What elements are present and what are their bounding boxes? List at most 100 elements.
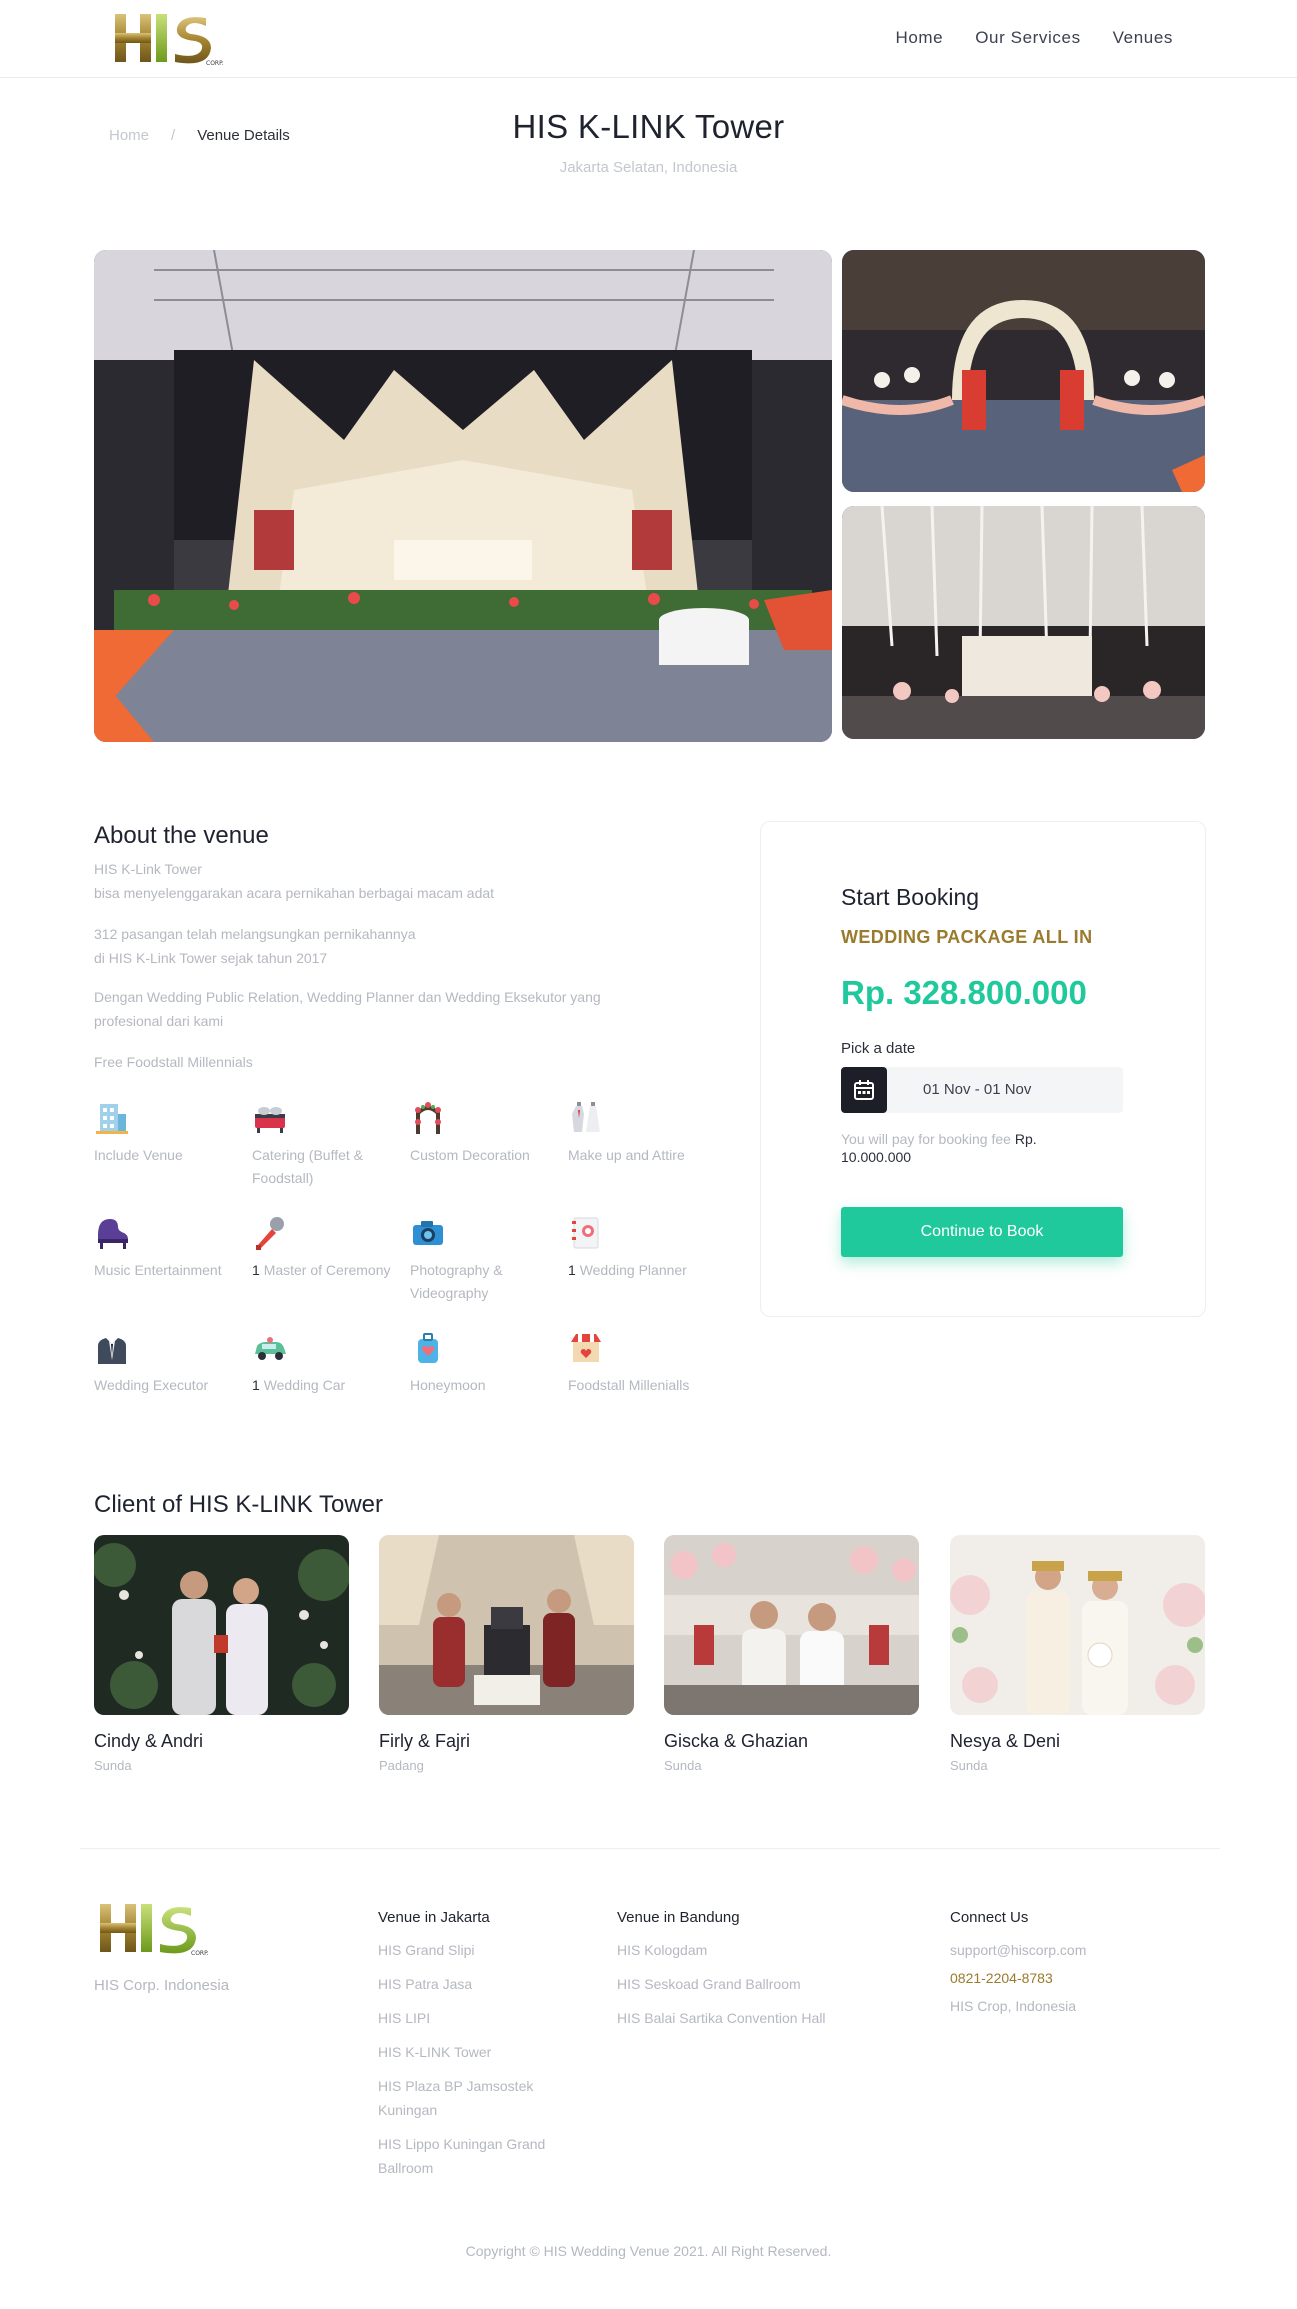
main-nav: Home Our Services Venues (895, 28, 1173, 48)
client-name: Giscka & Ghazian (664, 1731, 809, 1751)
footer-email-link[interactable]: support@hiscorp.com (950, 1938, 1150, 1962)
about-paragraph-4: Free Foodstall Millennials (94, 1054, 253, 1070)
amenity-makeup-attire: Make up and Attire (568, 1100, 708, 1167)
footer-bandung-heading: Venue in Bandung (617, 1909, 740, 1926)
copyright-text: Copyright © HIS Wedding Venue 2021. All … (465, 2243, 832, 2259)
page-title: HIS K-LINK Tower (512, 108, 785, 145)
amenity-label: Photography & Videography (410, 1262, 503, 1301)
his-logo[interactable]: CORP. (111, 6, 231, 70)
amenity-executor: Wedding Executor (94, 1330, 234, 1397)
date-range-value: 01 Nov - 01 Nov (923, 1081, 1032, 1098)
calendar-icon[interactable] (841, 1067, 887, 1113)
footer-link[interactable]: HIS Balai Sartika Convention Hall (617, 2006, 867, 2030)
about-venue-title: About the venue (94, 822, 269, 849)
client-card[interactable]: Firly & Fajri Padang (379, 1535, 634, 1773)
amenity-label: Custom Decoration (410, 1147, 530, 1163)
footer-link[interactable]: HIS Grand Slipi (378, 1938, 568, 1962)
amenity-label: Master of Ceremony (263, 1262, 391, 1278)
footer-link[interactable]: HIS Plaza BP Jamsostek Kuningan (378, 2074, 568, 2122)
venue-photo-side-bottom[interactable] (842, 506, 1205, 739)
client-origin: Padang (379, 1758, 424, 1773)
venue-photo-side-top[interactable] (842, 250, 1205, 492)
continue-to-book-button[interactable]: Continue to Book (841, 1207, 1123, 1257)
client-photo[interactable] (950, 1535, 1205, 1715)
amenity-label: Include Venue (94, 1147, 183, 1163)
footer-address: HIS Crop, Indonesia (950, 1998, 1077, 2014)
booking-fee-text: You will pay for booking fee (841, 1131, 1011, 1147)
venue-photo-main[interactable] (94, 250, 832, 742)
piano-icon (98, 1219, 128, 1249)
car-icon (255, 1337, 286, 1360)
microphone-icon (256, 1217, 284, 1250)
client-card[interactable]: Nesya & Deni Sunda (950, 1535, 1205, 1773)
amenity-photography: Photography & Videography (410, 1215, 550, 1305)
amenity-label: Wedding Executor (94, 1377, 209, 1393)
footer-link[interactable]: HIS Patra Jasa (378, 1972, 568, 1996)
nav-home-link[interactable]: Home (895, 28, 943, 48)
amenity-catering: Catering (Buffet & Foodstall) (252, 1100, 392, 1190)
clients-section-title: Client of HIS K-LINK Tower (94, 1491, 383, 1518)
client-name: Nesya & Deni (950, 1731, 1061, 1751)
about-paragraph-1: HIS K-Link Tower bisa menyelenggarakan a… (94, 857, 694, 905)
booking-fee-note: You will pay for booking fee Rp. 10.000.… (841, 1130, 1081, 1166)
footer-jakarta-heading: Venue in Jakarta (378, 1909, 490, 1926)
client-photo[interactable] (379, 1535, 634, 1715)
camera-icon (413, 1221, 443, 1245)
about-p3-line2: profesional dari kami (94, 1013, 224, 1029)
footer-link[interactable]: HIS K-LINK Tower (378, 2040, 568, 2064)
amenity-honeymoon: Honeymoon (410, 1330, 550, 1397)
footer-bandung-column: Venue in Bandung HIS Kologdam HIS Seskoa… (617, 1909, 867, 2040)
footer-connect-heading: Connect Us (950, 1909, 1029, 1926)
package-price: Rp. 328.800.000 (841, 974, 1087, 1011)
footer-link[interactable]: HIS Lippo Kuningan Grand Ballroom (378, 2132, 568, 2180)
svg-text:CORP.: CORP. (206, 60, 224, 67)
about-p1-line1: HIS K-Link Tower (94, 861, 202, 877)
amenity-label: Catering (Buffet & Foodstall) (252, 1147, 364, 1186)
svg-text:CORP.: CORP. (191, 1950, 209, 1957)
amenity-mc: 1 Master of Ceremony (252, 1215, 392, 1282)
footer-divider (80, 1848, 1220, 1849)
client-origin: Sunda (664, 1758, 702, 1773)
footer-company-name: HIS Corp. Indonesia (94, 1977, 230, 1994)
footer-link[interactable]: HIS Kologdam (617, 1938, 867, 1962)
amenity-music: Music Entertainment (94, 1215, 234, 1282)
client-origin: Sunda (94, 1758, 132, 1773)
client-name: Firly & Fajri (379, 1731, 470, 1751)
amenity-planner: 1 Wedding Planner (568, 1215, 708, 1282)
footer-logo[interactable]: CORP. (96, 1896, 216, 1960)
amenity-label: Make up and Attire (568, 1147, 685, 1163)
amenity-foodstall: Foodstall Millenialls (568, 1330, 708, 1397)
foodstall-icon (571, 1334, 601, 1362)
footer-jakarta-column: Venue in Jakarta HIS Grand Slipi HIS Pat… (378, 1909, 568, 2190)
nav-venues-link[interactable]: Venues (1113, 28, 1173, 48)
attire-icon (572, 1102, 600, 1132)
client-card[interactable]: Cindy & Andri Sunda (94, 1535, 349, 1773)
footer-connect-column: Connect Us support@hiscorp.com 0821-2204… (950, 1909, 1150, 2028)
decoration-icon (415, 1102, 441, 1134)
client-photo[interactable] (94, 1535, 349, 1715)
amenity-label: Music Entertainment (94, 1262, 222, 1278)
footer-phone-link[interactable]: 0821-2204-8783 (950, 1966, 1150, 1990)
amenity-count: 1 (252, 1262, 260, 1278)
amenity-label: Wedding Car (263, 1377, 346, 1393)
booking-title: Start Booking (841, 884, 980, 910)
building-icon (96, 1104, 128, 1134)
about-p1-line2: bisa menyelenggarakan acara pernikahan b… (94, 885, 495, 901)
package-name: WEDDING PACKAGE ALL IN (841, 927, 1093, 947)
footer-link[interactable]: HIS Seskoad Grand Ballroom (617, 1972, 867, 1996)
date-picker-field[interactable]: 01 Nov - 01 Nov (841, 1067, 1123, 1113)
amenity-label: Foodstall Millenialls (568, 1377, 690, 1393)
client-card[interactable]: Giscka & Ghazian Sunda (664, 1535, 919, 1773)
planner-icon (572, 1217, 599, 1249)
about-paragraph-3: Dengan Wedding Public Relation, Wedding … (94, 985, 694, 1033)
client-origin: Sunda (950, 1758, 988, 1773)
pick-date-label: Pick a date (841, 1040, 916, 1057)
client-name: Cindy & Andri (94, 1731, 204, 1751)
booking-card: Start Booking WEDDING PACKAGE ALL IN Rp.… (760, 821, 1206, 1317)
suitcase-icon (418, 1333, 438, 1363)
amenity-count: 1 (252, 1377, 260, 1393)
nav-our-services-link[interactable]: Our Services (975, 28, 1080, 48)
footer-link[interactable]: HIS LIPI (378, 2006, 568, 2030)
client-photo[interactable] (664, 1535, 919, 1715)
amenity-include-venue: Include Venue (94, 1100, 234, 1167)
